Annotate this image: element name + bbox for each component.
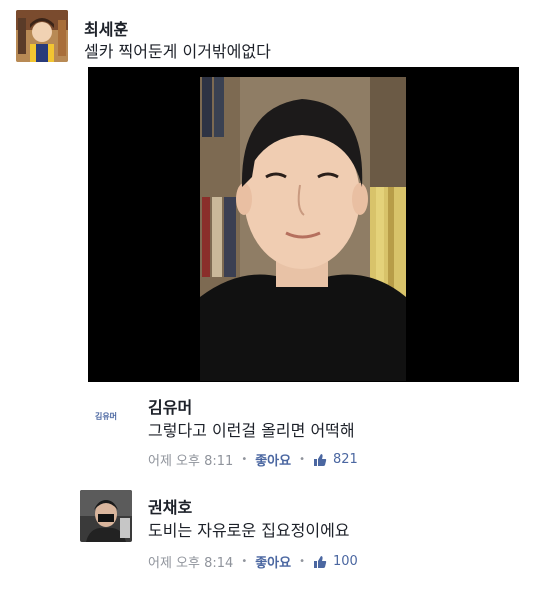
- comment-time[interactable]: 어제 오후 8:14: [148, 552, 233, 571]
- comment-avatar[interactable]: [80, 490, 132, 542]
- comment-avatar[interactable]: 김유머: [80, 396, 132, 436]
- comment-text: 도비는 자유로운 집요정이에요: [148, 521, 350, 540]
- like-button[interactable]: 좋아요: [255, 552, 291, 571]
- comment-author-name[interactable]: 김유머: [148, 394, 192, 418]
- post-text: 셀카 찍어둔게 이거밖에없다: [84, 42, 271, 61]
- separator-dot: •: [241, 454, 248, 465]
- post-photo[interactable]: [88, 67, 519, 382]
- thumbs-up-icon: [314, 555, 327, 568]
- comment-author-name[interactable]: 권채호: [148, 494, 192, 518]
- comment-meta: 어제 오후 8:11 • 좋아요 • 821: [148, 450, 358, 469]
- post-author-avatar[interactable]: [16, 10, 68, 62]
- post-author-name[interactable]: 최세훈: [84, 16, 128, 40]
- comment-text: 그렇다고 이런걸 올리면 어떡해: [148, 421, 355, 440]
- separator-dot: •: [299, 454, 306, 465]
- separator-dot: •: [299, 556, 306, 567]
- comment-time[interactable]: 어제 오후 8:11: [148, 450, 233, 469]
- thumbs-up-icon: [314, 453, 327, 466]
- selfie-image: [88, 67, 519, 382]
- separator-dot: •: [241, 556, 248, 567]
- avatar-text: 김유머: [94, 411, 118, 421]
- like-count[interactable]: 821: [333, 452, 358, 467]
- like-button[interactable]: 좋아요: [255, 450, 291, 469]
- comment-meta: 어제 오후 8:14 • 좋아요 • 100: [148, 552, 358, 571]
- like-count[interactable]: 100: [333, 554, 358, 569]
